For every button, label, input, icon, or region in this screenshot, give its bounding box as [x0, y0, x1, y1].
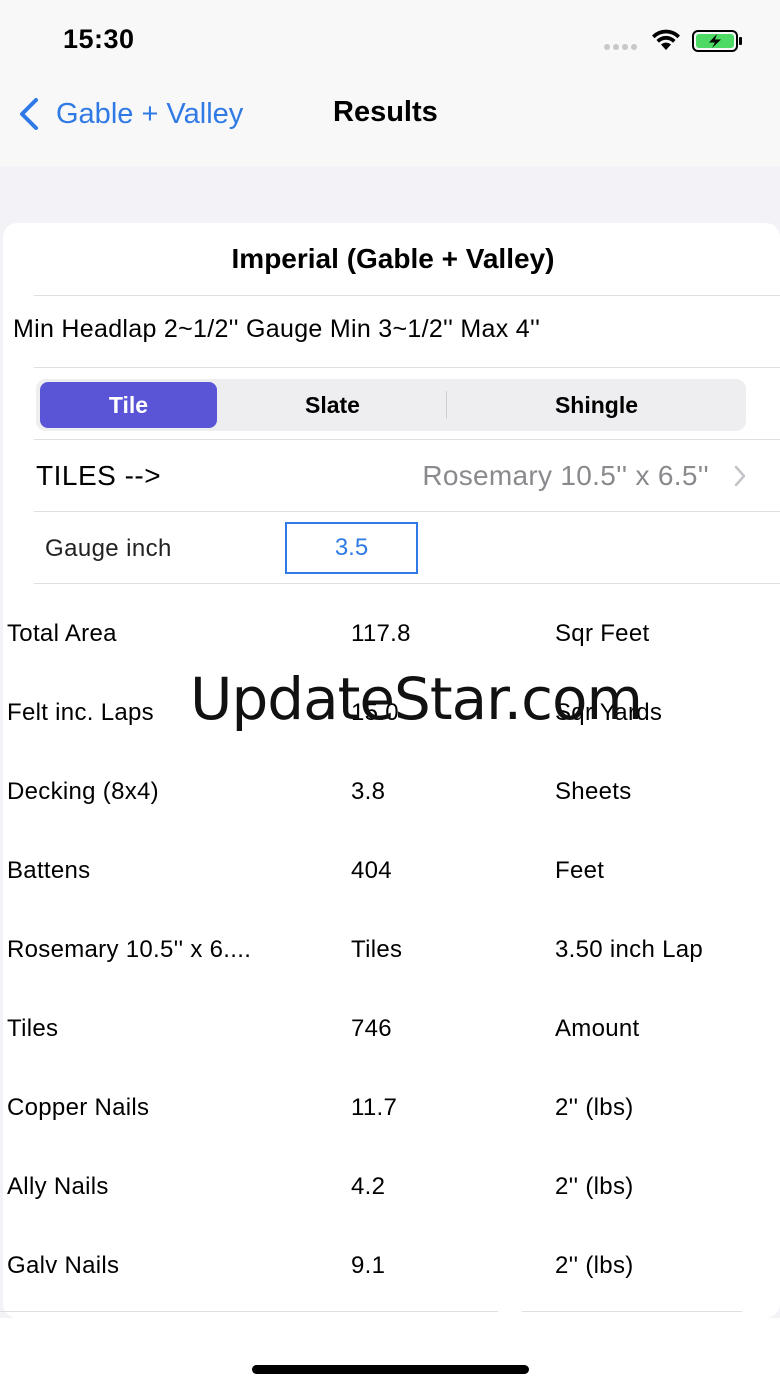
result-unit: 2'' (lbs)	[555, 1252, 634, 1279]
result-name: Galv Nails	[7, 1252, 120, 1279]
table-row: Rosemary 10.5'' x 6.... Tiles 3.50 inch …	[0, 906, 780, 985]
card-title: Imperial (Gable + Valley)	[231, 243, 555, 274]
result-name: Tiles	[7, 1015, 59, 1042]
segment-slate[interactable]: Slate	[219, 379, 446, 431]
back-button[interactable]: Gable + Valley	[14, 94, 243, 134]
result-value: 404	[351, 857, 392, 884]
table-row: Total Area 117.8 Sqr Feet	[0, 590, 780, 669]
tile-type-selector[interactable]: TILES --> Rosemary 10.5'' x 6.5''	[36, 439, 780, 511]
cellular-signal-icon	[604, 44, 637, 50]
spec-line: Min Headlap 2~1/2'' Gauge Min 3~1/2'' Ma…	[13, 315, 541, 343]
status-bar: 15:30	[0, 0, 780, 80]
result-value: 11.7	[351, 1094, 398, 1121]
result-unit: Sheets	[555, 778, 632, 805]
divider	[0, 1311, 498, 1312]
result-value: 3.8	[351, 778, 386, 805]
gauge-input[interactable]	[285, 522, 418, 574]
battery-charging-icon	[692, 30, 742, 52]
result-name: Copper Nails	[7, 1094, 150, 1121]
material-segmented-control: Tile Slate Shingle	[36, 379, 746, 431]
table-row: Ally Nails 4.2 2'' (lbs)	[0, 1143, 780, 1222]
result-unit: Sqr Feet	[555, 620, 650, 647]
result-name: Rosemary 10.5'' x 6....	[7, 936, 252, 963]
navigation-bar: Gable + Valley Results	[0, 80, 780, 166]
table-row: Battens 404 Feet	[0, 827, 780, 906]
result-name: Decking (8x4)	[7, 778, 159, 805]
home-indicator[interactable]	[252, 1365, 529, 1374]
back-button-label: Gable + Valley	[56, 97, 244, 130]
divider	[34, 295, 780, 296]
divider	[34, 367, 780, 368]
result-unit: 2'' (lbs)	[555, 1173, 634, 1200]
table-row: Galv Nails 9.1 2'' (lbs)	[0, 1222, 780, 1301]
result-value: 9.1	[351, 1252, 386, 1279]
wifi-icon	[652, 29, 680, 50]
segment-tile[interactable]: Tile	[40, 382, 217, 428]
table-row: Decking (8x4) 3.8 Sheets	[0, 748, 780, 827]
result-unit: Amount	[555, 1015, 640, 1042]
watermark: UpdateStar.com	[190, 665, 643, 733]
result-name: Battens	[7, 857, 91, 884]
result-unit: 3.50 inch Lap	[555, 936, 704, 963]
result-value: 117.8	[351, 620, 411, 647]
result-unit: Feet	[555, 857, 605, 884]
divider	[34, 583, 780, 584]
table-row: Tiles 746 Amount	[0, 985, 780, 1064]
tiles-label: TILES -->	[36, 460, 162, 491]
segment-shingle[interactable]: Shingle	[447, 379, 746, 431]
selected-tile-value: Rosemary 10.5'' x 6.5''	[422, 460, 709, 491]
gauge-label: Gauge inch	[45, 535, 172, 562]
bottom-safe-area	[0, 1318, 780, 1387]
table-row: Copper Nails 11.7 2'' (lbs)	[0, 1064, 780, 1143]
result-name: Ally Nails	[7, 1173, 109, 1200]
divider	[522, 1311, 742, 1312]
status-time: 15:30	[63, 24, 135, 54]
chevron-right-icon	[734, 465, 746, 487]
result-name: Total Area	[7, 620, 117, 647]
result-name: Felt inc. Laps	[7, 699, 154, 726]
result-value: 746	[351, 1015, 392, 1042]
chevron-left-icon	[20, 98, 38, 130]
result-unit: 2'' (lbs)	[555, 1094, 634, 1121]
divider	[34, 511, 780, 512]
result-value: 4.2	[351, 1173, 386, 1200]
result-value: Tiles	[351, 936, 403, 963]
page-title: Results	[333, 96, 438, 128]
